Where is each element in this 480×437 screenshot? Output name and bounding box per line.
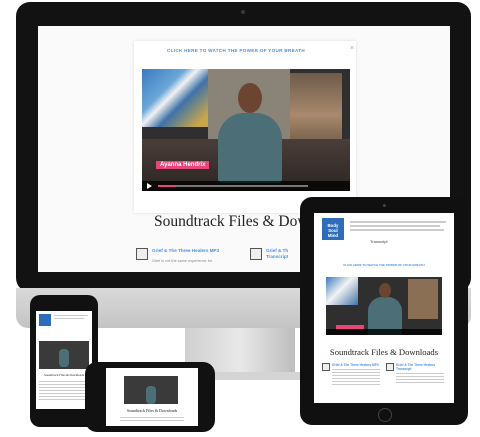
- logo-text: Body Soul Mind: [327, 223, 339, 238]
- painting-left: [326, 277, 358, 305]
- tablet-heading: Transcript: [370, 239, 388, 244]
- text-line: [350, 221, 446, 223]
- tablet-screen: Body Soul Mind Transcript CLICK HERE TO …: [314, 213, 454, 403]
- text-line: [350, 225, 440, 227]
- phone-soundtrack-heading: Soundtrack Files & Downloads: [43, 373, 85, 377]
- file-link-transcript-line2[interactable]: Transcript: [266, 254, 288, 259]
- tablet-file-link-transcript[interactable]: Grief & The Three Healers Transcript: [396, 363, 448, 371]
- file-icon: [386, 363, 394, 371]
- text-line: [54, 318, 84, 319]
- tablet-soundtrack-heading: Soundtrack Files & Downloads: [329, 347, 439, 357]
- webcam-dot: [241, 10, 245, 14]
- presenter-body: [146, 386, 156, 404]
- soundtrack-heading: Soundtrack Files & Downl: [154, 213, 321, 230]
- file-icon: [322, 363, 330, 371]
- presenter-body: [218, 113, 282, 183]
- file-icon: [250, 248, 262, 260]
- logo: [39, 314, 51, 326]
- close-icon[interactable]: ×: [350, 45, 354, 52]
- file-icon: [136, 248, 148, 260]
- file-description: [332, 369, 380, 387]
- video-progress-track[interactable]: [158, 185, 308, 187]
- video-player[interactable]: [39, 341, 89, 369]
- phone-horizontal-screen: Soundtrack Files & Downloads: [106, 368, 198, 426]
- play-icon[interactable]: [147, 183, 152, 189]
- watch-banner-link[interactable]: CLICK HERE TO WATCH THE POWER OF YOUR BR…: [136, 48, 336, 53]
- file-list: [39, 381, 89, 401]
- painting-left: [142, 69, 208, 127]
- video-player[interactable]: Ayanna Hendrix: [142, 69, 350, 191]
- text-line: [350, 229, 444, 231]
- file-description: [396, 373, 444, 383]
- file-link-mp3[interactable]: Grief & The Three Healers MP3: [152, 248, 219, 253]
- file-description: Grief is not the same experience for: [152, 259, 213, 263]
- video-progress-fill: [158, 185, 176, 187]
- presenter-head: [238, 83, 262, 113]
- presenter-name-tag: Ayanna Hendrix: [156, 161, 210, 169]
- presenter-head: [379, 283, 391, 298]
- painting-right: [408, 279, 438, 319]
- video-player[interactable]: [124, 376, 178, 404]
- file-list: [120, 417, 184, 423]
- tablet-video-player[interactable]: [326, 277, 442, 335]
- tablet-home-button[interactable]: [378, 408, 392, 422]
- presenter-body: [59, 349, 69, 367]
- tablet-camera: [383, 204, 386, 207]
- tablet-file-link-mp3[interactable]: Grief & The Three Healers MP3: [332, 363, 379, 367]
- text-line: [54, 315, 88, 316]
- phone-vertical-screen: Soundtrack Files & Downloads: [36, 311, 92, 409]
- presenter-name-tag: [336, 325, 364, 329]
- video-control-bar: [326, 329, 442, 335]
- file-link-transcript[interactable]: Grief & Th: [266, 248, 288, 253]
- phone-soundtrack-heading: Soundtrack Files & Downloads: [126, 408, 178, 413]
- tablet-watch-banner[interactable]: CLICK HERE TO WATCH THE POWER OF YOUR BR…: [328, 263, 440, 267]
